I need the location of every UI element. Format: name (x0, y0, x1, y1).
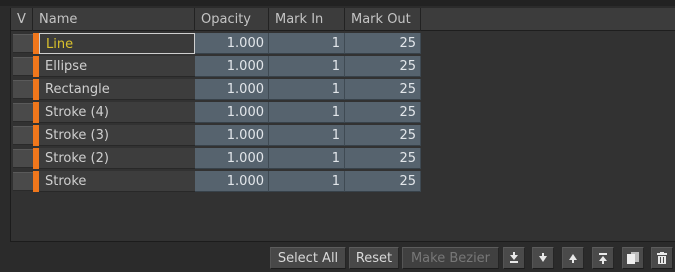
mark-out-field[interactable]: 25 (345, 102, 421, 123)
visibility-toggle[interactable] (13, 172, 33, 191)
layer-name[interactable]: Stroke (3) (39, 125, 195, 146)
layer-name[interactable]: Rectangle (39, 79, 195, 100)
visibility-toggle[interactable] (13, 126, 33, 145)
mark-in-field[interactable]: 1 (269, 102, 345, 123)
table-row[interactable]: Stroke (3) 1.000 1 25 (11, 124, 421, 147)
column-header-name[interactable]: Name (33, 8, 195, 31)
layer-name[interactable]: Ellipse (39, 56, 195, 77)
duplicate-icon (627, 252, 639, 264)
mark-in-field[interactable]: 1 (269, 79, 345, 100)
duplicate-button[interactable] (622, 247, 644, 269)
move-up-button[interactable] (562, 247, 584, 269)
bottom-toolbar: Select All Reset Make Bezier (0, 247, 675, 269)
layer-name[interactable]: Line (39, 33, 195, 54)
layer-name[interactable]: Stroke (39, 171, 195, 192)
layer-name[interactable]: Stroke (4) (39, 102, 195, 123)
mark-out-field[interactable]: 25 (345, 79, 421, 100)
layer-list-panel: V Name Opacity Mark In Mark Out Line 1.0… (10, 8, 675, 242)
visibility-toggle[interactable] (13, 34, 33, 53)
mark-in-field[interactable]: 1 (269, 56, 345, 77)
select-all-button[interactable]: Select All (270, 247, 346, 269)
column-header-mark-in[interactable]: Mark In (269, 8, 345, 31)
delete-icon (657, 252, 667, 264)
move-to-top-button[interactable] (592, 247, 614, 269)
opacity-field[interactable]: 1.000 (195, 102, 269, 123)
mark-out-field[interactable]: 25 (345, 56, 421, 77)
mark-out-field[interactable]: 25 (345, 33, 421, 54)
table-row[interactable]: Ellipse 1.000 1 25 (11, 55, 421, 78)
opacity-field[interactable]: 1.000 (195, 33, 269, 54)
opacity-field[interactable]: 1.000 (195, 148, 269, 169)
column-header-opacity[interactable]: Opacity (195, 8, 269, 31)
column-header-mark-out[interactable]: Mark Out (345, 8, 421, 31)
mark-in-field[interactable]: 1 (269, 148, 345, 169)
table-row[interactable]: Rectangle 1.000 1 25 (11, 78, 421, 101)
top-border (0, 0, 675, 6)
mark-out-field[interactable]: 25 (345, 148, 421, 169)
delete-button[interactable] (651, 247, 673, 269)
move-to-bottom-icon (510, 252, 518, 263)
mark-in-field[interactable]: 1 (269, 171, 345, 192)
move-to-bottom-button[interactable] (503, 247, 525, 269)
column-header-visibility[interactable]: V (11, 8, 33, 31)
visibility-toggle[interactable] (13, 103, 33, 122)
move-to-top-icon (599, 253, 607, 264)
make-bezier-button[interactable]: Make Bezier (402, 247, 499, 269)
reset-button[interactable]: Reset (349, 247, 399, 269)
move-down-icon (539, 253, 547, 262)
mark-in-field[interactable]: 1 (269, 125, 345, 146)
table-row[interactable]: Stroke (4) 1.000 1 25 (11, 101, 421, 124)
move-down-button[interactable] (532, 247, 554, 269)
visibility-toggle[interactable] (13, 80, 33, 99)
table-row[interactable]: Line 1.000 1 25 (11, 32, 421, 55)
opacity-field[interactable]: 1.000 (195, 79, 269, 100)
layer-name[interactable]: Stroke (2) (39, 148, 195, 169)
opacity-field[interactable]: 1.000 (195, 125, 269, 146)
table-header: V Name Opacity Mark In Mark Out (11, 8, 675, 31)
move-up-icon (569, 254, 577, 263)
table-row[interactable]: Stroke 1.000 1 25 (11, 170, 421, 193)
visibility-toggle[interactable] (13, 149, 33, 168)
mark-out-field[interactable]: 25 (345, 171, 421, 192)
opacity-field[interactable]: 1.000 (195, 56, 269, 77)
mark-in-field[interactable]: 1 (269, 33, 345, 54)
table-row[interactable]: Stroke (2) 1.000 1 25 (11, 147, 421, 170)
mark-out-field[interactable]: 25 (345, 125, 421, 146)
opacity-field[interactable]: 1.000 (195, 171, 269, 192)
visibility-toggle[interactable] (13, 57, 33, 76)
